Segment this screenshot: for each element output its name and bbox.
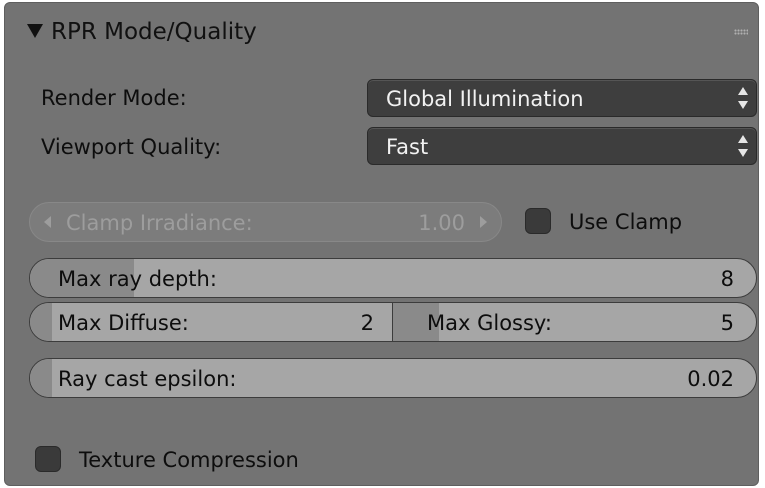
- render-mode-value: Global Illumination: [386, 87, 584, 111]
- increment-arrow-icon[interactable]: [480, 216, 487, 228]
- ray-cast-epsilon-slider[interactable]: Ray cast epsilon: 0.02: [29, 358, 757, 398]
- max-ray-depth-label: Max ray depth:: [58, 267, 217, 291]
- ray-cast-epsilon-label: Ray cast epsilon:: [58, 367, 237, 391]
- max-diffuse-value: 2: [360, 311, 374, 335]
- use-clamp-label: Use Clamp: [569, 210, 683, 234]
- viewport-quality-label: Viewport Quality:: [41, 135, 222, 159]
- max-ray-depth-value: 8: [720, 267, 734, 291]
- texture-compression-label: Texture Compression: [79, 448, 299, 472]
- slider-fill: [30, 359, 52, 397]
- ray-cast-epsilon-value: 0.02: [687, 367, 734, 391]
- decrement-arrow-icon[interactable]: [44, 216, 51, 228]
- panel-header[interactable]: RPR Mode/Quality: [5, 3, 758, 59]
- drag-grip-icon[interactable]: [734, 29, 748, 35]
- viewport-quality-dropdown[interactable]: Fast: [367, 127, 757, 165]
- texture-compression-checkbox[interactable]: [35, 446, 61, 472]
- clamp-irradiance-label: Clamp Irradiance:: [66, 211, 253, 235]
- use-clamp-checkbox[interactable]: [525, 208, 551, 234]
- max-ray-depth-slider[interactable]: Max ray depth: 8: [29, 258, 757, 298]
- slider-fill: [30, 303, 52, 341]
- updown-arrows-icon: [738, 134, 748, 158]
- max-glossy-slider[interactable]: Max Glossy: 5: [392, 302, 757, 342]
- clamp-irradiance-value: 1.00: [418, 211, 465, 235]
- collapse-triangle-icon[interactable]: [27, 24, 43, 38]
- viewport-quality-value: Fast: [386, 135, 429, 159]
- max-glossy-label: Max Glossy:: [427, 311, 552, 335]
- updown-arrows-icon: [738, 86, 748, 110]
- rpr-mode-quality-panel: RPR Mode/Quality Render Mode: Global Ill…: [4, 2, 759, 486]
- render-mode-dropdown[interactable]: Global Illumination: [367, 79, 757, 117]
- render-mode-label: Render Mode:: [41, 86, 187, 110]
- max-diffuse-slider[interactable]: Max Diffuse: 2: [29, 302, 393, 342]
- panel-title: RPR Mode/Quality: [51, 19, 257, 45]
- max-diffuse-label: Max Diffuse:: [58, 311, 189, 335]
- max-glossy-value: 5: [720, 311, 734, 335]
- clamp-irradiance-field[interactable]: Clamp Irradiance: 1.00: [29, 202, 502, 242]
